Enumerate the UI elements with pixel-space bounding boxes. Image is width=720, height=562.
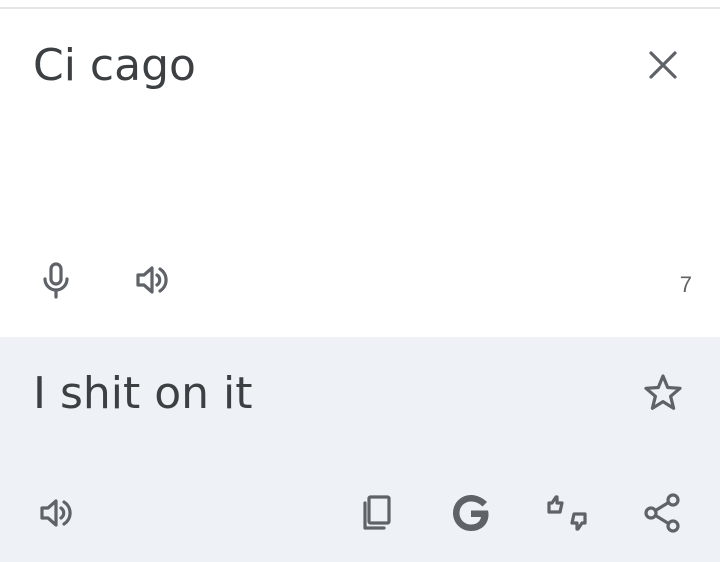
clear-button[interactable]	[637, 39, 689, 91]
copy-icon	[363, 495, 391, 530]
close-icon	[649, 51, 677, 79]
source-text[interactable]: Ci cago	[33, 44, 196, 88]
speaker-icon	[136, 266, 168, 294]
translation-text: I shit on it	[33, 368, 253, 419]
star-outline-icon	[644, 374, 682, 410]
search-google-button[interactable]	[445, 487, 497, 539]
source-speak-button[interactable]	[126, 254, 178, 306]
translation-speak-button[interactable]	[30, 487, 82, 539]
share-button[interactable]	[637, 487, 689, 539]
microphone-button[interactable]	[30, 254, 82, 306]
rate-translation-button[interactable]	[541, 487, 593, 539]
speaker-icon	[40, 499, 72, 527]
microphone-icon	[43, 262, 69, 299]
share-icon	[644, 493, 680, 533]
character-count: 7	[679, 272, 692, 297]
thumbs-up-down-icon	[547, 495, 587, 531]
google-g-icon	[453, 495, 489, 531]
save-translation-button[interactable]	[637, 367, 689, 419]
copy-button[interactable]	[349, 487, 401, 539]
